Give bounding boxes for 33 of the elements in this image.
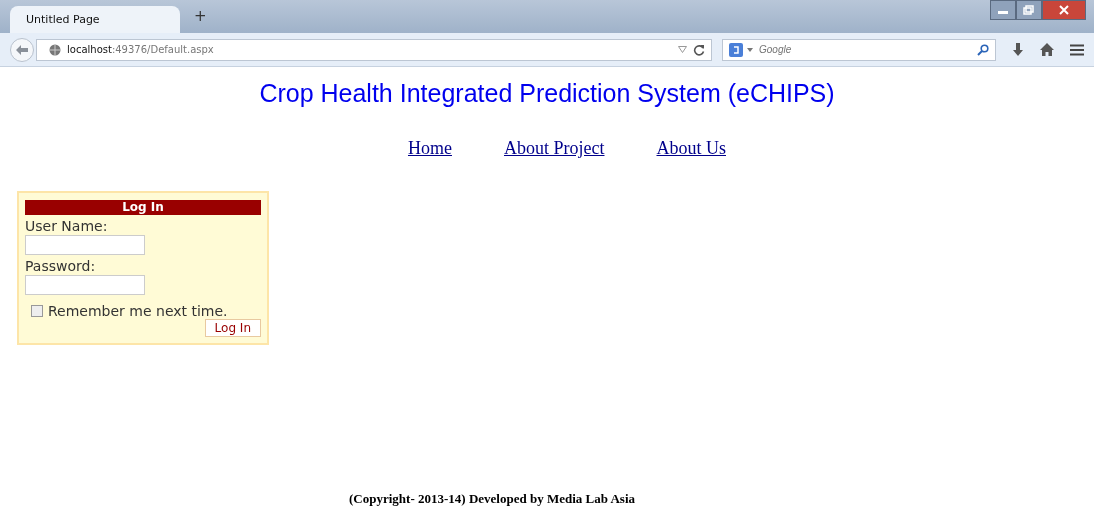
login-button[interactable]: Log In — [204, 319, 261, 337]
dropdown-icon[interactable] — [747, 47, 753, 52]
close-icon — [1058, 5, 1070, 15]
close-button[interactable] — [1042, 0, 1086, 20]
browser-tab[interactable]: Untitled Page — [10, 6, 180, 33]
nav-link[interactable]: About Us — [656, 138, 726, 159]
url-text: localhost:49376/Default.aspx — [67, 44, 214, 55]
home-icon[interactable] — [1040, 43, 1054, 56]
remember-checkbox[interactable] — [31, 305, 43, 317]
reload-icon[interactable] — [693, 43, 705, 56]
search-icon[interactable] — [977, 43, 989, 56]
minimize-button[interactable] — [990, 0, 1016, 20]
menu-icon[interactable] — [1070, 43, 1084, 56]
password-label: Password: — [25, 258, 96, 274]
restore-button[interactable] — [1016, 0, 1042, 20]
restore-icon — [1023, 5, 1035, 15]
new-tab-button[interactable]: + — [194, 7, 207, 25]
login-heading: Log In — [25, 200, 261, 215]
dropdown-icon[interactable] — [678, 46, 687, 53]
username-field[interactable] — [25, 235, 145, 255]
username-label: User Name: — [25, 218, 108, 234]
back-arrow-icon — [15, 43, 29, 56]
nav-link[interactable]: Home — [408, 138, 452, 159]
download-icon[interactable] — [1012, 42, 1024, 57]
password-field[interactable] — [25, 275, 145, 295]
globe-icon — [49, 43, 61, 56]
footer-text: (Copyright- 2013-14) Developed by Media Lab Asia — [349, 491, 635, 506]
search-box[interactable]: Google — [722, 38, 996, 61]
nav-link[interactable]: About Project — [504, 138, 605, 159]
remember-label: Remember me next time. — [48, 303, 228, 319]
back-button[interactable] — [10, 37, 34, 62]
page-title: Crop Health Integrated Prediction System (eCHIPS) — [258, 79, 836, 108]
address-bar[interactable]: localhost:49376/Default.aspx — [36, 38, 712, 61]
